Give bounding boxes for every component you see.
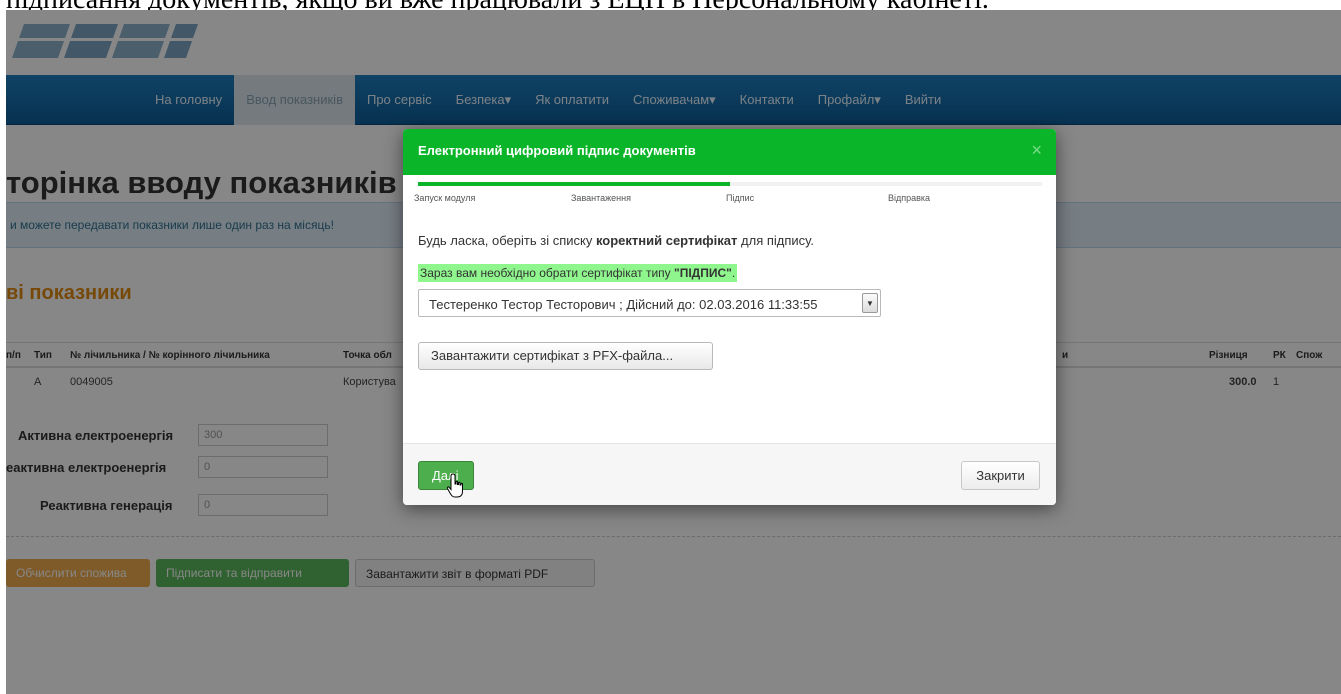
chevron-down-icon[interactable]: ▼ (862, 293, 878, 313)
modal-header: Електронний цифровий підпис документів × (403, 129, 1056, 175)
step-label: Запуск модуля (414, 193, 476, 203)
close-icon[interactable]: × (1031, 141, 1042, 159)
certificate-select-value: Тестеренко Тестор Тесторович ; Дійсний д… (429, 297, 818, 312)
step-label: Завантаження (571, 193, 631, 203)
modal-footer: Далі Закрити (403, 443, 1056, 505)
instruction-text: Будь ласка, оберіть зі списку коректний … (418, 233, 814, 248)
certificate-type-hint: Зараз вам необхідно обрати сертифікат ти… (418, 264, 738, 282)
load-pfx-button[interactable]: Завантажити сертифікат з PFX-файла... (418, 342, 713, 370)
progress-bar-fill (418, 182, 730, 186)
modal-title: Електронний цифровий підпис документів (418, 143, 696, 158)
signature-modal: Електронний цифровий підпис документів ×… (403, 129, 1056, 505)
step-label: Відправка (888, 193, 931, 203)
certificate-select[interactable]: Тестеренко Тестор Тесторович ; Дійсний д… (418, 289, 881, 317)
progress-bar (418, 182, 1042, 186)
hand-cursor-icon (446, 473, 463, 498)
close-button[interactable]: Закрити (961, 461, 1040, 490)
step-label: Підпис (726, 193, 755, 203)
